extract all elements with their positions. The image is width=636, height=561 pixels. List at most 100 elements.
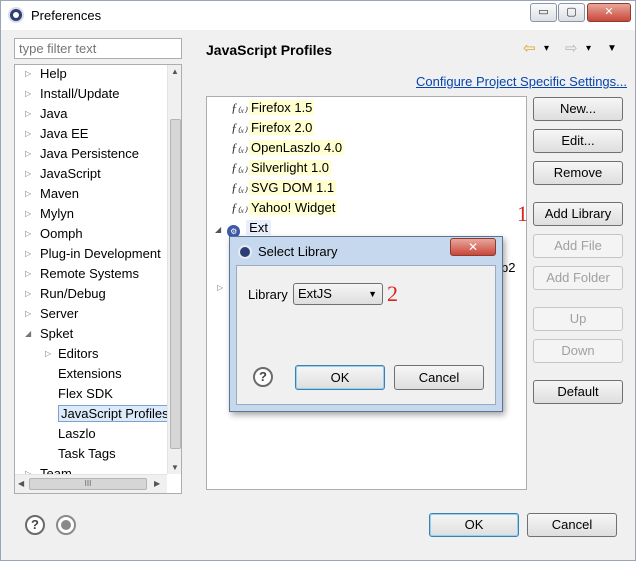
down-button[interactable]: Down [533,339,623,363]
collapsed-row-expander-icon[interactable]: ▷ [217,278,223,298]
tree-item[interactable]: JavaScript Profiles [15,404,172,424]
up-button[interactable]: Up [533,307,623,331]
maximize-button[interactable]: ▢ [558,3,585,22]
profile-row[interactable]: ƒ₍ₓ₎ SVG DOM 1.1 [231,178,337,198]
back-arrow-icon[interactable]: ⇦ [523,39,536,59]
tree-horizontal-scroll-thumb[interactable]: III [29,478,147,490]
tree-item[interactable]: ▷ Editors [15,344,98,364]
tree-item-label: Java EE [40,126,89,141]
library-select[interactable]: ExtJS ▼ [293,283,383,305]
obscured-row-text: b2 [501,260,516,275]
tree-item[interactable]: ▷ Oomph [15,224,83,244]
expand-ext-icon[interactable]: ◢ [215,225,221,234]
tree-expander-icon[interactable]: ▷ [25,69,33,79]
tree-expander-icon[interactable]: ▷ [25,89,33,99]
tree-item[interactable]: ▷ Mylyn [15,204,74,224]
dialog-app-icon [238,245,252,259]
new-button[interactable]: New... [533,97,623,121]
tree-expander-icon[interactable]: ▷ [25,129,33,139]
profile-row[interactable]: ƒ₍ₓ₎ Yahoo! Widget [231,198,338,218]
profile-row[interactable]: ƒ₍ₓ₎ Silverlight 1.0 [231,158,332,178]
tree-item[interactable]: ▷ JavaScript [15,164,101,184]
cancel-button[interactable]: Cancel [527,513,617,537]
profile-row[interactable]: ƒ₍ₓ₎ Firefox 1.5 [231,98,315,118]
tree-expander-icon[interactable]: ▷ [25,149,33,159]
tree-item-label: Extensions [58,366,122,381]
close-window-button[interactable]: ✕ [587,3,631,22]
tree-item[interactable]: ▷ Remote Systems [15,264,139,284]
minimize-button[interactable]: ▭ [530,3,557,22]
forward-arrow-icon[interactable]: ⇨ [565,39,578,59]
tree-horizontal-scrollbar[interactable]: ◀ III ▶ [15,474,167,493]
dialog-close-button[interactable]: ✕ [450,238,496,256]
filter-input[interactable] [14,38,182,59]
tree-expander-icon[interactable]: ▷ [25,269,33,279]
tree-expander-icon[interactable]: ▷ [25,229,33,239]
tree-expander-icon [45,369,53,379]
tree-item[interactable]: Extensions [15,364,122,384]
tree-expander-icon[interactable]: ▷ [25,169,33,179]
ok-button[interactable]: OK [429,513,519,537]
add-file-button[interactable]: Add File [533,234,623,258]
tree-vertical-scroll-thumb[interactable] [170,119,181,449]
tree-item[interactable]: ◢ Spket [15,324,73,344]
tree-item[interactable]: Laszlo [15,424,96,444]
tree-item-label: Maven [40,186,80,201]
dialog-help-icon[interactable]: ? [253,367,273,387]
edit-button[interactable]: Edit... [533,129,623,153]
profile-row[interactable]: ƒ₍ₓ₎ OpenLaszlo 4.0 [231,138,345,158]
tree-item-label: Laszlo [58,426,96,441]
tree-expander-icon[interactable]: ▷ [25,109,33,119]
tree-expander-icon[interactable]: ◢ [25,329,33,339]
help-icon[interactable]: ? [25,515,45,535]
forward-dropdown-icon[interactable]: ▾ [586,39,591,59]
tree-item[interactable]: ▷ Plug-in Development [15,244,161,264]
history-navigation: ⇦ ▾ ⇨ ▾ ▼ [523,39,623,59]
add-folder-button[interactable]: Add Folder [533,266,623,290]
tree-item[interactable]: Task Tags [15,444,116,464]
tree-item[interactable]: ▷ Maven [15,184,79,204]
tree-expander-icon[interactable]: ▷ [25,189,33,199]
default-button[interactable]: Default [533,380,623,404]
tree-item-label: JavaScript [40,166,101,181]
tree-expander-icon[interactable]: ▷ [25,289,33,299]
view-menu-icon[interactable]: ▼ [607,39,617,59]
scroll-left-arrow-icon[interactable]: ◀ [18,479,24,488]
tree-expander-icon[interactable]: ▷ [25,309,33,319]
add-library-button[interactable]: Add Library [533,202,623,226]
function-icon: ƒ₍ₓ₎ [231,200,248,215]
dialog-ok-button[interactable]: OK [295,365,385,390]
tree-item[interactable]: ▷ Server [15,304,78,324]
profile-label: Yahoo! Widget [249,200,338,215]
profile-ext-row[interactable]: ◢ ⚙ Ext [215,218,271,238]
tree-expander-icon[interactable]: ▷ [45,349,53,359]
back-dropdown-icon[interactable]: ▾ [544,39,549,59]
tree-expander-icon[interactable]: ▷ [25,209,33,219]
tree-item-label: Mylyn [40,206,74,221]
scroll-up-arrow-icon[interactable]: ▲ [171,67,179,76]
tree-item-label: Help [40,66,67,81]
tree-item-label: Task Tags [58,446,116,461]
tree-item-label: Java Persistence [40,146,139,161]
profile-row[interactable]: ƒ₍ₓ₎ Firefox 2.0 [231,118,315,138]
scroll-right-arrow-icon[interactable]: ▶ [154,479,160,488]
tree-expander-icon[interactable]: ▷ [25,249,33,259]
remove-button[interactable]: Remove [533,161,623,185]
profile-label: Firefox 1.5 [249,100,315,115]
chevron-down-icon: ▼ [368,289,377,299]
tree-item-label: Oomph [40,226,83,241]
tree-item[interactable]: ▷ Java [15,104,67,124]
configure-project-link[interactable]: Configure Project Specific Settings... [416,74,627,89]
dialog-cancel-button[interactable]: Cancel [394,365,484,390]
tree-vertical-scrollbar[interactable]: ▲ ▼ [167,65,181,474]
tree-item[interactable]: ▷ Help [15,65,67,84]
scroll-down-arrow-icon[interactable]: ▼ [171,463,179,472]
tree-item[interactable]: Flex SDK [15,384,113,404]
tree-item[interactable]: ▷ Java EE [15,124,88,144]
tree-item[interactable]: ▷ Java Persistence [15,144,139,164]
step-2-annotation: 2 [387,281,398,306]
record-macro-icon[interactable] [56,515,76,535]
tree-item[interactable]: ▷ Run/Debug [15,284,106,304]
tree-item[interactable]: ▷ Install/Update [15,84,120,104]
profile-label: OpenLaszlo 4.0 [249,140,345,155]
